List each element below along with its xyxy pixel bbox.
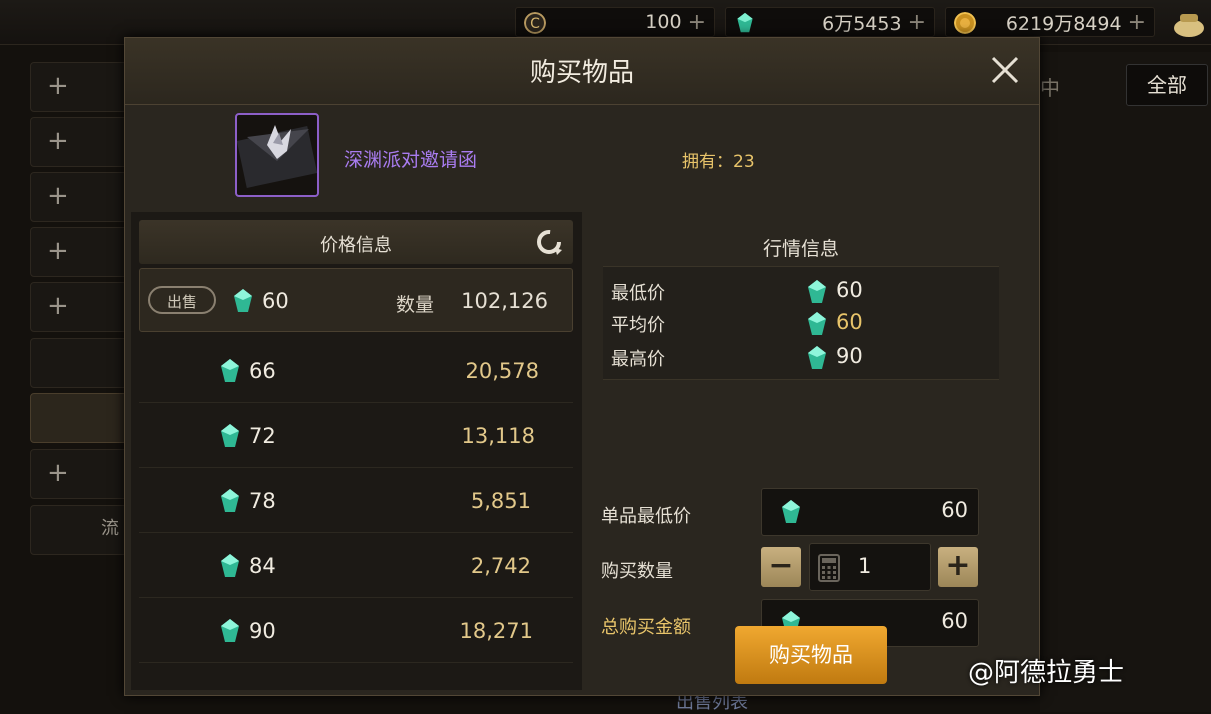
buy-item-button[interactable]: 购买物品 [735,626,887,684]
listing-quantity: 20,578 [465,359,539,383]
item-thumbnail [235,113,319,197]
increase-quantity-button[interactable]: + [938,547,978,587]
listing-row[interactable]: 66 20,578 [139,338,573,403]
price-info-header: 价格信息 [139,220,573,264]
background-label: 中 [1040,76,1060,100]
c-coin-icon: C [524,12,546,34]
min-price-value: 60 [836,278,863,302]
purchase-dialog: 购买物品 深渊派对邀请函 拥有：23 价格信息 出售 60 数量 102,126 [124,37,1040,696]
unit-price-value: 60 [941,498,968,522]
listing-row[interactable]: 72 13,118 [139,403,573,468]
market-info-panel: 行情信息 最低价 60 平均价 60 最高价 90 单品最低价 60 购买数量 … [591,212,1035,690]
listing-quantity: 5,851 [470,489,531,513]
gem-icon [808,280,826,303]
currency-value: 6219万8494 [1005,12,1122,35]
min-price-label: 最低价 [611,283,665,304]
add-currency-button[interactable]: + [1128,10,1146,35]
price-info-panel: 价格信息 出售 60 数量 102,126 66 20,578 72 13,11… [131,212,582,690]
gem-icon [782,500,800,523]
total-amount-value: 60 [941,609,968,633]
total-amount-label: 总购买金额 [601,617,691,638]
listing-quantity: 18,271 [459,619,533,643]
currency-gold: 6219万8494 + [945,7,1155,37]
listing-quantity: 13,118 [461,424,535,448]
add-currency-button[interactable]: + [688,10,706,35]
listing-price: 90 [249,619,276,643]
gem-icon [221,489,239,512]
listing-quantity: 102,126 [461,289,548,313]
sidebar-item-label: 流 [101,518,119,539]
svg-text:C: C [530,16,540,32]
gem-icon [808,346,826,369]
avg-price-value: 60 [836,310,863,334]
listing-price: 72 [249,424,276,448]
unit-price-field: 60 [761,488,979,536]
currency-value: 6万5453 [822,12,902,35]
quantity-label: 购买数量 [601,561,673,582]
dialog-header: 购买物品 [125,38,1039,105]
listing-row[interactable]: 84 2,742 [139,533,573,598]
currency-gem: 6万5453 + [725,7,935,37]
market-info-title: 行情信息 [762,238,839,260]
listing-quantity: 2,742 [470,554,531,578]
decrease-quantity-button[interactable]: − [761,547,801,587]
unit-price-label: 单品最低价 [601,506,691,527]
calculator-icon[interactable] [818,554,840,582]
quantity-input[interactable]: 1 [809,543,931,591]
gem-icon [234,289,252,312]
currency-value: 100 [645,11,682,33]
market-stats: 最低价 60 平均价 60 最高价 90 [603,266,999,380]
background-right-panel [1040,52,1211,712]
quantity-value: 1 [858,554,872,578]
dialog-title: 购买物品 [529,58,634,88]
gem-icon [221,619,239,642]
filter-select[interactable]: 全部 [1126,64,1208,106]
invitation-envelope-icon [237,125,317,188]
listing-price: 84 [249,554,276,578]
listing-price: 78 [249,489,276,513]
quantity-label: 数量 [396,294,435,316]
listing-row[interactable]: 78 5,851 [139,468,573,533]
purse-icon[interactable] [1172,8,1206,38]
listing-row-selected[interactable]: 出售 60 数量 102,126 [139,268,573,332]
item-info: 深渊派对邀请函 拥有：23 [125,105,1039,209]
price-info-title: 价格信息 [320,235,392,256]
gem-icon [808,312,826,335]
gem-icon [221,554,239,577]
gem-icon [737,12,753,33]
add-currency-button[interactable]: + [908,10,926,35]
gold-coin-icon [954,12,976,34]
currency-c-coin: C 100 + [515,7,715,37]
item-name: 深渊派对邀请函 [344,149,478,171]
listing-price: 60 [262,289,289,313]
listing-row[interactable]: 90 18,271 [139,598,573,663]
max-price-value: 90 [836,344,863,368]
gem-icon [221,359,239,382]
sell-badge: 出售 [148,286,216,314]
close-icon[interactable] [989,54,1021,86]
refresh-icon[interactable] [535,228,563,256]
max-price-label: 最高价 [611,349,665,370]
owned-count: 拥有：23 [682,152,755,172]
listing-price: 66 [249,359,276,383]
avg-price-label: 平均价 [611,315,665,336]
watermark: @阿德拉勇士 [968,658,1125,688]
gem-icon [221,424,239,447]
